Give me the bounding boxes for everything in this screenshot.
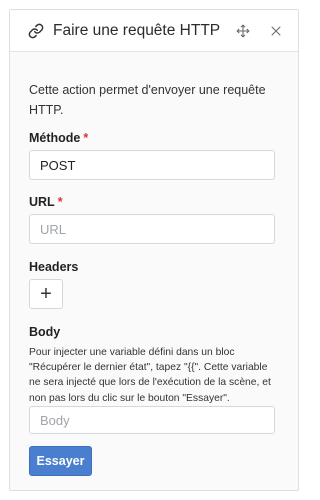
url-label-text: URL bbox=[29, 195, 55, 209]
plus-icon: + bbox=[40, 283, 52, 305]
link-icon bbox=[28, 23, 44, 39]
body-input[interactable] bbox=[29, 406, 275, 434]
add-header-button[interactable]: + bbox=[29, 279, 63, 309]
required-marker: * bbox=[57, 195, 63, 209]
url-label: URL * bbox=[29, 195, 63, 209]
http-request-panel: Faire une requête HTTP Cette action perm… bbox=[9, 9, 299, 491]
move-icon[interactable] bbox=[236, 24, 250, 38]
headers-label: Headers bbox=[29, 260, 79, 274]
close-icon[interactable] bbox=[270, 25, 282, 37]
method-label: Méthode * bbox=[29, 131, 88, 145]
panel-header: Faire une requête HTTP bbox=[10, 10, 298, 52]
url-input[interactable] bbox=[29, 214, 275, 244]
action-description: Cette action permet d'envoyer une requêt… bbox=[29, 83, 266, 117]
body-hint: Pour injecter une variable défini dans u… bbox=[29, 347, 271, 404]
required-marker: * bbox=[83, 131, 89, 145]
try-button[interactable]: Essayer bbox=[29, 446, 92, 476]
body-label: Body bbox=[29, 325, 61, 339]
method-label-text: Méthode bbox=[29, 131, 81, 145]
method-input[interactable] bbox=[29, 150, 275, 180]
panel-title: Faire une requête HTTP bbox=[53, 22, 221, 39]
